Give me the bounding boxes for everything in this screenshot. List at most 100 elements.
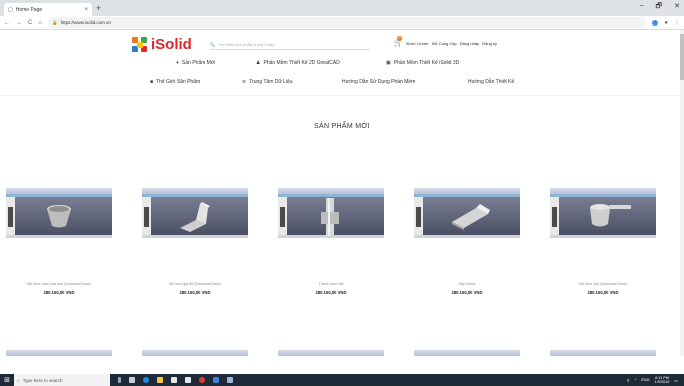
search-input[interactable]: 🔍 Tìm kiếm sản phẩm trong ô đây... (210, 40, 370, 50)
maximize-button[interactable]: 🗗 (656, 2, 663, 13)
edge-icon[interactable] (143, 377, 149, 383)
product-card[interactable]: Mô hình giá đỡ (Download Now) 280.150,00… (142, 188, 248, 295)
microphone-icon[interactable] (118, 377, 121, 383)
product-thumbnail[interactable] (414, 188, 520, 238)
tab-title: Home Page (15, 6, 43, 13)
nav-product-world[interactable]: ■ Thế Giới Sản Phẩm (150, 79, 200, 85)
product-thumbnail[interactable] (142, 188, 248, 238)
bracket-model-icon (180, 202, 210, 232)
link-login[interactable]: Đăng nhập (460, 41, 480, 46)
product-card[interactable]: Mô hình chậu hoa tròn (Download Now) 280… (6, 188, 112, 295)
nav-new-products[interactable]: + Sản Phẩm Mới (176, 60, 215, 66)
product-card[interactable]: Mô hình Vạc (Download Now) 280.150,00 VN… (550, 188, 656, 295)
product-card[interactable] (550, 350, 656, 356)
browser-tab[interactable]: ▢ Home Page × (4, 3, 92, 16)
lock-icon: 🔒 (51, 19, 58, 25)
url-field[interactable]: 🔒 https://www.isolid.com.vn (47, 17, 647, 28)
cart-icon[interactable]: 🛒 0 (394, 36, 403, 47)
product-name[interactable]: Mô hình Vạc (Download Now) (550, 282, 656, 286)
product-thumbnail[interactable] (142, 350, 248, 356)
link-register[interactable]: Đăng ký (482, 41, 497, 46)
box-model-icon (452, 204, 490, 230)
product-name[interactable]: Hộp Nhựa (414, 282, 520, 286)
product-card[interactable]: Thanh trượt đôi 280.150,00 VND (278, 188, 384, 295)
product-thumbnail[interactable] (550, 350, 656, 356)
search-icon: 🔍 (210, 42, 215, 47)
logo-text: iSolid (151, 36, 192, 53)
task-view-icon[interactable] (129, 377, 135, 383)
menu-icon[interactable]: ⋮ (674, 19, 680, 26)
section-title: SẢN PHẨM MỚI (314, 123, 370, 130)
nav-label: Phần Mềm Thiết Kế iSolid 3D (393, 60, 460, 66)
product-price: 280.150,00 VND (315, 290, 347, 295)
product-thumbnail[interactable] (278, 188, 384, 238)
cortana-icon: ○ (17, 377, 20, 383)
back-icon[interactable]: ← (4, 20, 10, 26)
product-thumbnail[interactable] (6, 350, 112, 356)
reload-icon[interactable]: C (28, 20, 32, 26)
product-card[interactable] (414, 350, 520, 356)
product-name[interactable]: Mô hình chậu hoa tròn (Download Now) (6, 282, 112, 286)
link-isolid-center[interactable]: iSolid Center (406, 41, 429, 46)
chrome-icon[interactable] (199, 377, 205, 383)
store-icon[interactable] (171, 377, 177, 383)
notification-icon[interactable]: ▭ (674, 378, 678, 383)
file-explorer-icon[interactable] (157, 377, 163, 383)
extension-icon[interactable] (652, 19, 659, 26)
cart-count-badge: 0 (397, 36, 402, 41)
page-scrollbar[interactable] (680, 30, 684, 356)
new-tab-button[interactable]: + (96, 3, 101, 13)
forward-icon[interactable]: → (16, 20, 22, 26)
product-thumbnail[interactable] (278, 350, 384, 356)
site-header: iSolid 🔍 Tìm kiếm sản phẩm trong ô đây..… (0, 30, 684, 96)
nav-software-guide[interactable]: Hướng Dẫn Sử Dụng Phần Mềm (342, 79, 415, 85)
link-provider[interactable]: Mở Cung Cấp (432, 41, 457, 46)
product-price: 280.150,00 VND (587, 290, 619, 295)
nav-isolid-3d[interactable]: ▣ Phần Mềm Thiết Kế iSolid 3D (386, 60, 459, 66)
mail-icon[interactable] (185, 377, 191, 383)
minimize-button[interactable]: – (640, 2, 644, 13)
clock-date: 1/9/2019 (654, 380, 670, 384)
plus-icon: + (176, 60, 179, 66)
nav-label: Hướng Dẫn Sử Dụng Phần Mềm (342, 79, 416, 85)
address-bar-row: ← → C ⌂ 🔒 https://www.isolid.com.vn ● ⋮ (0, 16, 684, 30)
taskbar-search-input[interactable]: ○ Type here to search (14, 374, 110, 386)
product-thumbnail[interactable] (550, 188, 656, 238)
site-logo[interactable]: iSolid (132, 36, 192, 53)
windows-start-icon[interactable]: ⊞ (0, 376, 14, 384)
home-icon[interactable]: ⌂ (38, 20, 42, 26)
product-card[interactable] (142, 350, 248, 356)
scrollbar-thumb[interactable] (680, 34, 684, 80)
nav-data-center[interactable]: ≋ Trung Tâm Dữ Liệu (242, 79, 293, 85)
product-thumbnail[interactable] (6, 188, 112, 238)
browser-tabbar: ▢ Home Page × + – 🗗 ✕ (0, 0, 684, 16)
app-icon[interactable] (213, 377, 219, 383)
ladle-model-icon (590, 204, 631, 227)
language-indicator[interactable]: ENG (641, 378, 649, 382)
nav-design-guide[interactable]: Hướng Dẫn Thiết Kế (468, 79, 514, 85)
clock[interactable]: 6:11 PM 1/9/2019 (655, 376, 670, 385)
top-links: 🛒 0 iSolid Center Mở Cung Cấp Đăng nhập Đ… (394, 36, 497, 47)
taskbar-search-placeholder: Type here to search (22, 377, 63, 383)
product-name[interactable]: Thanh trượt đôi (278, 282, 384, 286)
product-name[interactable]: Mô hình giá đỡ (Download Now) (142, 282, 248, 286)
close-window-button[interactable]: ✕ (674, 2, 680, 13)
product-card[interactable]: Hộp Nhựa 280.150,00 VND (414, 188, 520, 295)
product-card[interactable] (278, 350, 384, 356)
video-icon: ■ (150, 79, 154, 85)
paint-icon[interactable] (227, 377, 233, 383)
product-card[interactable] (6, 350, 112, 356)
search-placeholder: Tìm kiếm sản phẩm trong ô đây... (217, 42, 278, 47)
close-tab-icon[interactable]: × (84, 7, 88, 13)
tray-arrow-icon[interactable]: ^ (635, 378, 637, 382)
people-icon[interactable]: ⚲ (627, 378, 630, 383)
nav-label: Phần Mềm Thiết Kế 2D GreatCAD (263, 60, 340, 66)
image-icon: ▣ (386, 60, 391, 66)
nav-label: Sản Phẩm Mới (181, 60, 216, 66)
product-price: 280.150,00 VND (179, 290, 211, 295)
profile-icon[interactable]: ● (664, 20, 668, 26)
product-thumbnail[interactable] (414, 350, 520, 356)
url-text: https://www.isolid.com.vn (60, 20, 111, 25)
nav-greatcad[interactable]: ♟ Phần Mềm Thiết Kế 2D GreatCAD (256, 60, 340, 66)
nav-label: Trung Tâm Dữ Liệu (249, 79, 293, 85)
